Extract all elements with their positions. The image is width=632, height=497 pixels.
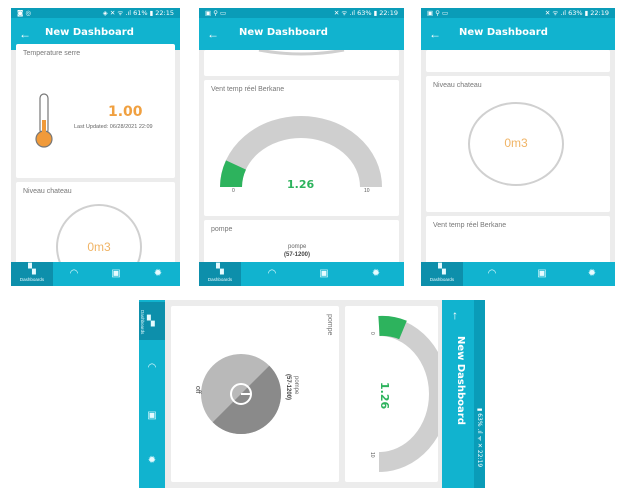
screen-1: ◙ ◎ ◈ ✕ ᯤ .ıl 61% ▮ 22:15 ← New Dashboar… bbox=[11, 8, 180, 286]
status-left: ▣ ⚲ ▭ bbox=[205, 9, 227, 17]
app-title: New Dashboard bbox=[239, 27, 328, 38]
thermometer-icon bbox=[35, 93, 53, 148]
status-right: ◈ ✕ ᯤ .ıl 61% ▮ 22:15 bbox=[102, 9, 174, 17]
nav-settings[interactable]: ✹ bbox=[571, 262, 613, 286]
status-right: ✕ ᯤ .ıl 63% ▮ 22:19 bbox=[333, 9, 398, 17]
niveau-card[interactable]: Niveau chateau 0m3 bbox=[16, 182, 175, 286]
gear-icon: ✹ bbox=[147, 455, 157, 466]
status-bar: ▮ 63% .ıl ᯤ ✕ 22:19 bbox=[474, 300, 485, 488]
dashboard-icon: ▚ bbox=[438, 264, 446, 275]
gear-icon: ✹ bbox=[153, 268, 163, 279]
wind-gauge-card[interactable]: 0 10 1.26 bbox=[345, 306, 438, 482]
gauge-max-label: 10 bbox=[369, 452, 375, 458]
nav-dashboards[interactable]: ▚ Dashboards bbox=[199, 262, 241, 286]
screen-2: ▣ ⚲ ▭ ✕ ᯤ .ıl 63% ▮ 22:19 ← New Dashboar… bbox=[199, 8, 404, 286]
pompe-label: pompe bbox=[288, 244, 307, 250]
app-title: New Dashboard bbox=[455, 336, 466, 425]
dashboard-icon: ▚ bbox=[216, 264, 224, 275]
rss-icon: ◠ bbox=[69, 268, 79, 279]
device-icon: ▣ bbox=[111, 268, 121, 279]
pompe-card[interactable]: pompe off pompe (57-1200) bbox=[171, 306, 339, 482]
wind-gauge bbox=[220, 116, 382, 188]
gauge-min-label: 0 bbox=[232, 188, 235, 194]
side-nav: ▚ Dashboards ◠ ▣ ✹ bbox=[139, 300, 165, 488]
device-icon: ▣ bbox=[147, 410, 157, 421]
nav-dashboards-label: Dashboards bbox=[429, 277, 455, 282]
off-label: off bbox=[194, 386, 201, 394]
card-title: Temperature serre bbox=[23, 50, 81, 57]
rss-icon: ◠ bbox=[147, 362, 157, 373]
card-title: Niveau chateau bbox=[433, 82, 482, 89]
nav-feed[interactable]: ◠ bbox=[139, 362, 165, 373]
status-right: ✕ ᯤ .ıl 63% ▮ 22:19 bbox=[544, 9, 609, 17]
app-title: New Dashboard bbox=[45, 27, 134, 38]
gear-icon: ✹ bbox=[587, 268, 597, 279]
nav-feed[interactable]: ◠ bbox=[471, 262, 513, 286]
status-bar: ▣ ⚲ ▭ ✕ ᯤ .ıl 63% ▮ 22:19 bbox=[421, 8, 615, 18]
nav-dashboards[interactable]: ▚ Dashboards bbox=[11, 262, 53, 286]
nav-feed[interactable]: ◠ bbox=[251, 262, 293, 286]
niveau-card[interactable]: Niveau chateau 0m3 bbox=[426, 76, 610, 212]
nav-devices[interactable]: ▣ bbox=[95, 262, 137, 286]
gauge-value: 1.26 bbox=[378, 382, 391, 410]
status-right: ▮ 63% .ıl ᯤ ✕ 22:19 bbox=[476, 408, 483, 468]
status-bar: ◙ ◎ ◈ ✕ ᯤ .ıl 61% ▮ 22:15 bbox=[11, 8, 180, 18]
rss-icon: ◠ bbox=[487, 268, 497, 279]
nav-devices[interactable]: ▣ bbox=[521, 262, 563, 286]
wind-gauge bbox=[378, 315, 438, 472]
bottom-nav: ▚ Dashboards ◠ ▣ ✹ bbox=[421, 262, 615, 286]
rss-icon: ◠ bbox=[267, 268, 277, 279]
app-bar: ↑ New Dashboard bbox=[442, 300, 474, 488]
screen-landscape: ▚ Dashboards ◠ ▣ ✹ pompe off pompe (57-1… bbox=[139, 300, 485, 488]
bottom-nav: ▚ Dashboards ◠ ▣ ✹ bbox=[11, 262, 180, 286]
status-left: ◙ ◎ bbox=[17, 9, 32, 17]
card-title: Niveau chateau bbox=[23, 188, 72, 195]
bottom-nav: ▚ Dashboards ◠ ▣ ✹ bbox=[199, 262, 404, 286]
nav-devices[interactable]: ▣ bbox=[303, 262, 345, 286]
app-title: New Dashboard bbox=[459, 27, 548, 38]
app-bar: ← New Dashboard bbox=[421, 18, 615, 50]
nav-dashboards[interactable]: ▚ Dashboards bbox=[139, 302, 165, 340]
gauge-arc-fragment bbox=[258, 50, 345, 56]
pompe-range: (57-1200) bbox=[285, 374, 291, 401]
device-icon: ▣ bbox=[537, 268, 547, 279]
previous-card-fragment bbox=[426, 50, 610, 72]
status-left: ▣ ⚲ ▭ bbox=[427, 9, 449, 17]
nav-devices[interactable]: ▣ bbox=[139, 410, 165, 421]
card-title: pompe bbox=[211, 226, 233, 233]
wind-gauge-card[interactable]: Vent temp réel Berkane 0 10 1.26 bbox=[204, 80, 399, 216]
nav-feed[interactable]: ◠ bbox=[53, 262, 95, 286]
dashboard-icon: ▚ bbox=[28, 264, 36, 275]
level-value: 0m3 bbox=[504, 136, 528, 150]
nav-dashboards[interactable]: ▚ Dashboards bbox=[421, 262, 463, 286]
nav-settings[interactable]: ✹ bbox=[137, 262, 179, 286]
gauge-min-label: 0 bbox=[369, 332, 375, 335]
device-icon: ▣ bbox=[319, 268, 329, 279]
gear-icon: ✹ bbox=[371, 268, 381, 279]
gauge-max-label: 10 bbox=[364, 188, 370, 194]
screen-3: ▣ ⚲ ▭ ✕ ᯤ .ıl 63% ▮ 22:19 ← New Dashboar… bbox=[421, 8, 615, 286]
back-arrow-icon[interactable]: ← bbox=[429, 25, 441, 43]
dashboard-icon: ▚ bbox=[147, 316, 155, 327]
pompe-dial bbox=[201, 354, 282, 435]
previous-card-fragment bbox=[204, 50, 399, 76]
nav-dashboards-label: Dashboards bbox=[19, 277, 45, 282]
nav-dashboards-label: Dashboards bbox=[140, 310, 145, 335]
nav-settings[interactable]: ✹ bbox=[139, 455, 165, 466]
back-arrow-icon[interactable]: ← bbox=[19, 25, 31, 43]
temperature-card[interactable]: Temperature serre 1.00 Last Updated: 06/… bbox=[16, 44, 175, 178]
status-bar: ▣ ⚲ ▭ ✕ ᯤ .ıl 63% ▮ 22:19 bbox=[199, 8, 404, 18]
nav-dashboards-label: Dashboards bbox=[207, 277, 233, 282]
pompe-range: (57-1200) bbox=[284, 252, 311, 258]
gauge-value: 1.26 bbox=[287, 178, 315, 191]
back-arrow-icon[interactable]: ↑ bbox=[452, 308, 458, 322]
app-bar: ← New Dashboard bbox=[199, 18, 404, 50]
level-value: 0m3 bbox=[87, 240, 111, 254]
nav-settings[interactable]: ✹ bbox=[355, 262, 397, 286]
last-updated: Last Updated: 06/28/2021 22:09 bbox=[74, 124, 153, 130]
temperature-value: 1.00 bbox=[108, 104, 143, 120]
pompe-label: pompe bbox=[293, 376, 299, 395]
back-arrow-icon[interactable]: ← bbox=[207, 25, 219, 43]
